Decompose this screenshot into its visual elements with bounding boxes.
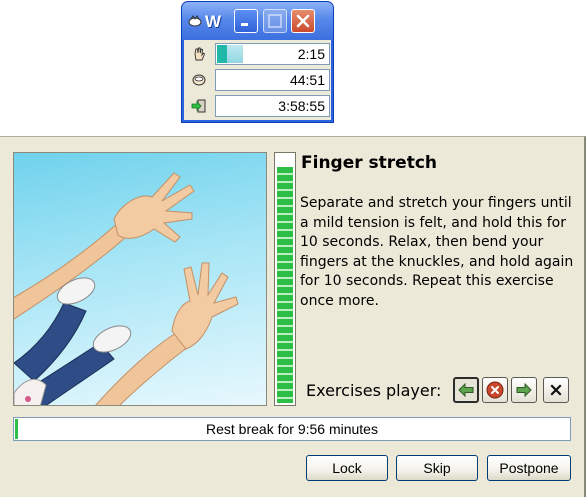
- rest-break-row: 44:51: [188, 69, 330, 91]
- exit-icon: [191, 99, 206, 113]
- exercise-description: Separate and stretch your fingers until …: [300, 195, 574, 309]
- rest-break-meter: 44:51: [215, 69, 330, 91]
- forward-arrow-icon: [516, 383, 532, 397]
- rest-break-progress-bar: Rest break for 9:56 minutes: [13, 417, 571, 441]
- skip-button[interactable]: Skip: [396, 455, 478, 481]
- hand-icon: [194, 47, 206, 61]
- micro-break-row: 2:15: [188, 43, 330, 65]
- daily-limit-time: 3:58:55: [278, 98, 325, 114]
- daily-limit-row: 3:58:55: [188, 95, 330, 117]
- back-arrow-icon: [458, 383, 474, 397]
- bowl-icon: [192, 74, 206, 86]
- hands-illustration: [14, 172, 239, 405]
- maximize-button[interactable]: [263, 9, 287, 33]
- mini-title-bar[interactable]: W: [182, 2, 333, 40]
- micro-break-time: 2:15: [297, 46, 325, 62]
- next-exercise-button[interactable]: [511, 377, 537, 403]
- rest-break-countdown: Rest break for 9:56 minutes: [206, 421, 378, 437]
- micro-break-meter: 2:15: [215, 43, 330, 65]
- close-icon: [296, 14, 310, 28]
- exercise-progress-meter: [274, 152, 296, 406]
- close-button[interactable]: [291, 9, 315, 33]
- postpone-button[interactable]: Postpone: [487, 455, 571, 481]
- close-x-icon: [550, 384, 562, 396]
- previous-exercise-button[interactable]: [453, 377, 479, 403]
- exercise-progress-fill: [277, 167, 293, 403]
- minimize-icon: [241, 23, 248, 26]
- exercise-title: Finger stretch: [301, 153, 438, 173]
- daily-limit-meter: 3:58:55: [215, 95, 330, 117]
- stop-icon: [486, 381, 504, 399]
- micro-break-fill-edge: [217, 45, 227, 63]
- minimize-button[interactable]: [234, 9, 258, 33]
- exercises-player-label: Exercises player:: [306, 381, 442, 400]
- lock-button[interactable]: Lock: [306, 455, 388, 481]
- close-player-button[interactable]: [543, 377, 569, 403]
- mini-window-title: W: [205, 12, 222, 31]
- maximize-icon: [268, 14, 282, 28]
- app-icon: [188, 15, 202, 27]
- mini-status-window[interactable]: W 2:15 44:51 3:58:55: [181, 1, 334, 123]
- break-window: Finger stretch Separate and stretch your…: [0, 136, 586, 497]
- rest-break-time: 44:51: [289, 72, 325, 88]
- stop-exercise-button[interactable]: [482, 377, 508, 403]
- exercise-illustration: [13, 152, 267, 406]
